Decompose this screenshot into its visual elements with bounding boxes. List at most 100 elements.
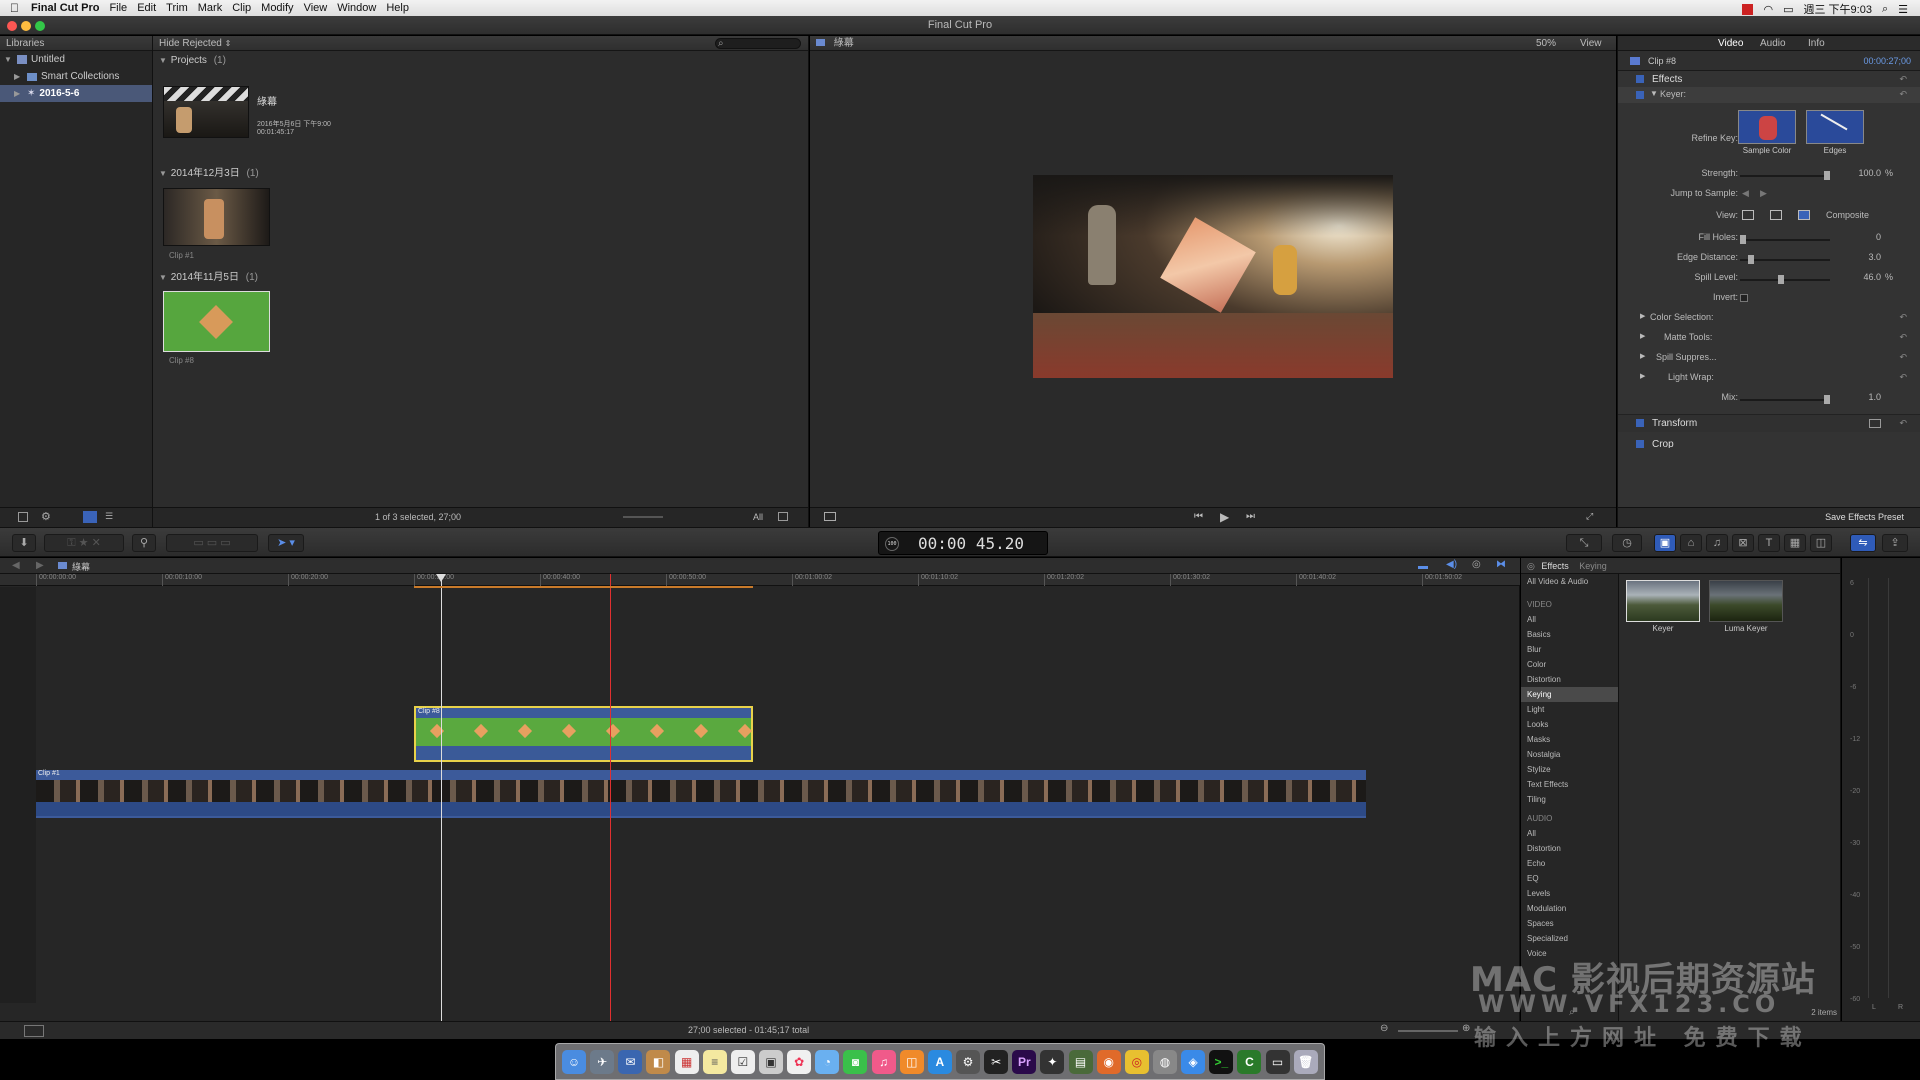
safari-icon[interactable]: ◈: [1181, 1049, 1206, 1074]
clip-appearance-icon[interactable]: [778, 512, 788, 521]
display-icon[interactable]: ▭: [1265, 1049, 1290, 1074]
mix-value[interactable]: 1.0: [1868, 392, 1881, 402]
final-cut-pro-icon[interactable]: ✂: [984, 1049, 1009, 1074]
save-effects-preset-button[interactable]: Save Effects Preset: [1825, 512, 1904, 522]
photos-button[interactable]: ⌂: [1680, 534, 1702, 552]
filmstrip-view-button[interactable]: [83, 511, 97, 523]
playhead-line[interactable]: [610, 574, 611, 1021]
fill-holes-value[interactable]: 0: [1876, 232, 1881, 242]
slider-knob[interactable]: [1824, 395, 1830, 404]
hide-rejected-filter[interactable]: Hide Rejected: [159, 38, 222, 49]
launchpad-icon[interactable]: ✈: [590, 1049, 615, 1074]
matte-tools-row[interactable]: ▶ Matte Tools: ↶: [1618, 332, 1920, 348]
status-red-icon[interactable]: [1742, 3, 1754, 15]
forward-arrow-icon[interactable]: ▶: [36, 560, 44, 571]
spill-suppression-row[interactable]: ▶ Spill Suppres... ↶: [1618, 352, 1920, 368]
back-arrow-icon[interactable]: ◀: [12, 560, 20, 571]
camtasia-icon[interactable]: C: [1237, 1049, 1262, 1074]
disk-utility-icon[interactable]: ◍: [1153, 1049, 1178, 1074]
next-frame-button[interactable]: ⏭: [1246, 511, 1255, 522]
keyer-effect-thumbnail[interactable]: [1626, 580, 1700, 622]
edge-distance-slider[interactable]: [1740, 255, 1830, 264]
effects-toggle-icon[interactable]: ◎: [1527, 561, 1535, 571]
generators-button[interactable]: ▦: [1784, 534, 1806, 552]
edge-distance-value[interactable]: 3.0: [1868, 252, 1881, 262]
video-category-looks[interactable]: Looks: [1521, 717, 1618, 732]
spill-level-slider[interactable]: [1740, 275, 1830, 284]
background-tasks-icon[interactable]: 100: [885, 537, 899, 551]
slider-knob[interactable]: [1748, 255, 1754, 264]
video-frame[interactable]: [1033, 175, 1393, 378]
library-smart-collections[interactable]: ▶ Smart Collections: [0, 68, 152, 85]
menu-mark[interactable]: Mark: [198, 2, 222, 14]
audio-skimming-icon[interactable]: ◀): [1446, 559, 1457, 570]
photo-booth-icon[interactable]: ▣: [759, 1049, 784, 1074]
list-view-button[interactable]: ☰: [105, 511, 113, 522]
snapping-icon[interactable]: ⧓: [1496, 559, 1506, 570]
edges-button[interactable]: [1806, 110, 1864, 144]
transform-onscreen-icon[interactable]: [1869, 419, 1881, 428]
disclosure-closed-icon[interactable]: ▶: [1640, 332, 1645, 340]
skimmer-line[interactable]: [441, 574, 442, 1021]
timeline-zoom-out-icon[interactable]: ⊖: [1380, 1023, 1388, 1034]
zoom-level[interactable]: 50%: [1536, 36, 1556, 51]
fullscreen-icon[interactable]: ⤢: [1586, 511, 1593, 522]
tab-video[interactable]: Video: [1718, 36, 1743, 51]
effects-reset-icon[interactable]: ↶: [1899, 74, 1907, 85]
slider-knob[interactable]: [1824, 171, 1830, 180]
video-category-masks[interactable]: Masks: [1521, 732, 1618, 747]
play-button[interactable]: ▶: [1220, 510, 1229, 524]
music-button[interactable]: ♫: [1706, 534, 1728, 552]
spotlight-icon[interactable]: ⌕: [1882, 3, 1888, 16]
video-category-blur[interactable]: Blur: [1521, 642, 1618, 657]
apple-menu-icon[interactable]: : [10, 1, 19, 15]
disclosure-open-icon[interactable]: ▼: [159, 56, 168, 65]
select-tool-button[interactable]: ➤ ▾: [268, 534, 304, 552]
viewer-layout-icon[interactable]: [824, 512, 836, 521]
premiere-icon[interactable]: Pr: [1012, 1049, 1037, 1074]
view-original-icon[interactable]: [1798, 210, 1810, 220]
solo-icon[interactable]: ◎: [1472, 559, 1481, 570]
group-2014-11-5[interactable]: ▼ 2014年11月5日 (1): [159, 268, 258, 283]
matte-tools-reset-icon[interactable]: ↶: [1899, 332, 1907, 343]
audio-category-modulation[interactable]: Modulation: [1521, 901, 1618, 916]
timeline-ruler[interactable]: 00:00:00:00 00:00:10:00 00:00:20:00 00:00:3…: [0, 574, 1520, 586]
effects-enable-checkbox[interactable]: [1636, 75, 1644, 83]
spill-level-value[interactable]: 46.0: [1863, 272, 1881, 282]
titles-button[interactable]: T: [1758, 534, 1780, 552]
crop-section[interactable]: Crop: [1618, 436, 1920, 448]
enhance-button[interactable]: ⚲: [132, 534, 156, 552]
mix-slider[interactable]: [1740, 395, 1830, 404]
zoom-window-button[interactable]: [35, 21, 45, 31]
menu-clip[interactable]: Clip: [232, 2, 251, 14]
ibooks-icon[interactable]: ◫: [899, 1049, 924, 1074]
next-sample-button[interactable]: ▶: [1760, 188, 1767, 199]
menu-modify[interactable]: Modify: [261, 2, 293, 14]
keyer-reset-icon[interactable]: ↶: [1899, 89, 1907, 100]
system-prefs-icon[interactable]: ⚙: [956, 1049, 981, 1074]
menu-file[interactable]: File: [109, 2, 127, 14]
disclosure-open-icon[interactable]: ▼: [159, 273, 168, 282]
minimize-window-button[interactable]: [21, 21, 31, 31]
disclosure-closed-icon[interactable]: ▶: [1640, 312, 1645, 320]
transform-section[interactable]: Transform ↶: [1618, 414, 1920, 432]
video-category-keying[interactable]: Keying: [1521, 687, 1618, 702]
photos-icon[interactable]: ✿: [787, 1049, 812, 1074]
video-category-basics[interactable]: Basics: [1521, 627, 1618, 642]
transform-reset-icon[interactable]: ↶: [1899, 418, 1907, 429]
retime-button[interactable]: ⤡: [1566, 534, 1602, 552]
crop-enable-checkbox[interactable]: [1636, 440, 1644, 448]
view-menu[interactable]: View: [1580, 36, 1602, 51]
video-category-tiling[interactable]: Tiling: [1521, 792, 1618, 807]
sample-color-button[interactable]: [1738, 110, 1796, 144]
disclosure-closed-icon[interactable]: ▶: [14, 68, 23, 85]
keyer-enable-checkbox[interactable]: [1636, 91, 1644, 99]
video-category-stylize[interactable]: Stylize: [1521, 762, 1618, 777]
share-button[interactable]: ⇪: [1882, 534, 1908, 552]
video-category-text-effects[interactable]: Text Effects: [1521, 777, 1618, 792]
effects-tab[interactable]: Effects: [1541, 561, 1568, 571]
facetime-icon[interactable]: ◙: [843, 1049, 868, 1074]
messages-icon[interactable]: ◔: [815, 1049, 840, 1074]
menu-view[interactable]: View: [304, 2, 328, 14]
library-untitled[interactable]: ▼ Untitled: [0, 51, 152, 68]
